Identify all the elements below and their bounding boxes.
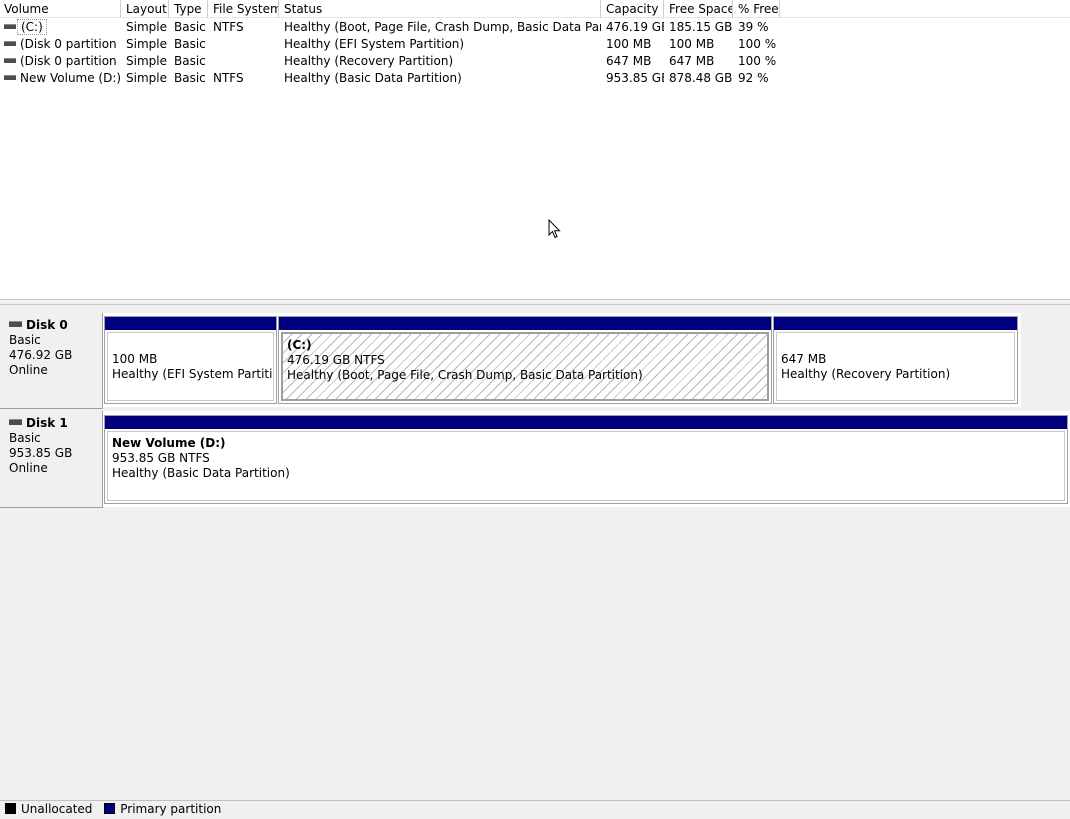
legend-primary: Primary partition (120, 802, 222, 816)
volume-name: (Disk 0 partition 1) (20, 37, 121, 51)
free-space-cell: 647 MB (669, 54, 715, 68)
percent-free-cell: 100 % (738, 54, 777, 68)
file-system-cell: NTFS (213, 71, 244, 85)
disk-1-label[interactable]: Disk 1 Basic 953.85 GB Online (0, 411, 103, 508)
partition-name: (C:) (287, 338, 312, 352)
partition-recovery[interactable]: 647 MB Healthy (Recovery Partition) (773, 316, 1018, 404)
disk-state: Online (9, 461, 48, 475)
capacity-cell: 953.85 GB (606, 71, 664, 85)
partition-c[interactable]: (C:) 476.19 GB NTFS Healthy (Boot, Page … (278, 316, 772, 404)
table-row[interactable]: (C:) Simple Basic NTFS Healthy (Boot, Pa… (0, 19, 780, 36)
layout-cell: Simple (126, 71, 167, 85)
disk-name: Disk 0 (9, 318, 102, 333)
primary-partition-bar (774, 317, 1017, 330)
pane-splitter[interactable] (0, 299, 1070, 305)
layout-cell: Simple (126, 20, 167, 34)
partition-body: New Volume (D:) 953.85 GB NTFS Healthy (… (107, 431, 1065, 501)
capacity-cell: 647 MB (606, 54, 652, 68)
table-row[interactable]: (Disk 0 partition 4) Simple Basic Health… (0, 53, 780, 70)
type-cell: Basic (174, 37, 206, 51)
column-header-file-system[interactable]: File System (208, 0, 279, 18)
type-cell: Basic (174, 54, 206, 68)
volume-list[interactable]: Volume Layout Type File System Status Ca… (0, 0, 1070, 299)
partition-status: Healthy (Boot, Page File, Crash Dump, Ba… (287, 368, 643, 382)
file-system-cell (208, 53, 279, 70)
column-header-layout[interactable]: Layout (121, 0, 169, 18)
column-header-capacity[interactable]: Capacity (601, 0, 664, 18)
mouse-pointer-icon (548, 219, 561, 239)
drive-icon (4, 58, 16, 63)
capacity-cell: 476.19 GB (606, 20, 664, 34)
volume-name: (C:) (17, 19, 47, 35)
type-cell: Basic (174, 71, 206, 85)
disk-icon (9, 321, 22, 327)
free-space-cell: 100 MB (669, 37, 715, 51)
volume-cell: (Disk 0 partition 1) (0, 36, 121, 53)
partition-status: Healthy (EFI System Partition) (112, 367, 273, 381)
disk-name: Disk 1 (9, 416, 102, 431)
primary-partition-bar (105, 416, 1067, 429)
status-cell: Healthy (EFI System Partition) (284, 37, 465, 51)
partition-status: Healthy (Recovery Partition) (781, 367, 951, 381)
drive-icon (4, 41, 16, 46)
partition-d[interactable]: New Volume (D:) 953.85 GB NTFS Healthy (… (104, 415, 1068, 504)
table-row[interactable]: New Volume (D:) Simple Basic NTFS Health… (0, 70, 780, 87)
percent-free-cell: 39 % (738, 20, 769, 34)
partition-body: 100 MB Healthy (EFI System Partition) (107, 332, 274, 401)
volume-name: New Volume (D:) (20, 71, 121, 85)
disk-icon (9, 419, 22, 425)
partition-body: 647 MB Healthy (Recovery Partition) (776, 332, 1015, 401)
layout-cell: Simple (126, 54, 167, 68)
partition-status: Healthy (Basic Data Partition) (112, 466, 290, 480)
drive-icon (4, 75, 16, 80)
partition-body-selected: (C:) 476.19 GB NTFS Healthy (Boot, Page … (281, 332, 769, 401)
disk-size: 953.85 GB (9, 446, 73, 460)
primary-partition-bar (279, 317, 771, 330)
layout-cell: Simple (126, 37, 167, 51)
column-header-row: Volume Layout Type File System Status Ca… (0, 0, 1070, 18)
disk-type: Basic (9, 431, 41, 445)
status-cell: Healthy (Basic Data Partition) (284, 71, 462, 85)
free-space-cell: 878.48 GB (669, 71, 733, 85)
partition-efi[interactable]: 100 MB Healthy (EFI System Partition) (104, 316, 277, 404)
percent-free-cell: 92 % (738, 71, 769, 85)
column-header-status[interactable]: Status (279, 0, 601, 18)
capacity-cell: 100 MB (606, 37, 652, 51)
legend-unallocated: Unallocated (21, 802, 93, 816)
disk-size: 476.92 GB (9, 348, 73, 362)
drive-icon (4, 24, 16, 29)
file-system-cell (208, 36, 279, 53)
volume-cell: (C:) (0, 19, 121, 36)
partition-name: New Volume (D:) (112, 436, 226, 450)
volume-cell: (Disk 0 partition 4) (0, 53, 121, 70)
partition-size: 100 MB (112, 352, 158, 366)
column-header-percent-free[interactable]: % Free (733, 0, 780, 18)
unallocated-swatch (5, 803, 16, 814)
percent-free-cell: 100 % (738, 37, 777, 51)
type-cell: Basic (174, 20, 206, 34)
volume-cell: New Volume (D:) (0, 70, 121, 87)
volume-name: (Disk 0 partition 4) (20, 54, 121, 68)
legend-bar: Unallocated Primary partition (0, 800, 1070, 819)
partition-size: 647 MB (781, 352, 827, 366)
column-header-type[interactable]: Type (169, 0, 208, 18)
disk-type: Basic (9, 333, 41, 347)
table-row[interactable]: (Disk 0 partition 1) Simple Basic Health… (0, 36, 780, 53)
primary-partition-swatch (104, 803, 116, 814)
partition-size: 953.85 GB NTFS (112, 451, 210, 465)
disk-state: Online (9, 363, 48, 377)
status-cell: Healthy (Boot, Page File, Crash Dump, Ba… (284, 20, 601, 34)
column-header-free-space[interactable]: Free Space (664, 0, 733, 18)
column-header-volume[interactable]: Volume (0, 0, 121, 18)
status-cell: Healthy (Recovery Partition) (284, 54, 454, 68)
file-system-cell: NTFS (213, 20, 244, 34)
disk-0-label[interactable]: Disk 0 Basic 476.92 GB Online (0, 313, 103, 409)
free-space-cell: 185.15 GB (669, 20, 733, 34)
partition-size: 476.19 GB NTFS (287, 353, 385, 367)
primary-partition-bar (105, 317, 276, 330)
